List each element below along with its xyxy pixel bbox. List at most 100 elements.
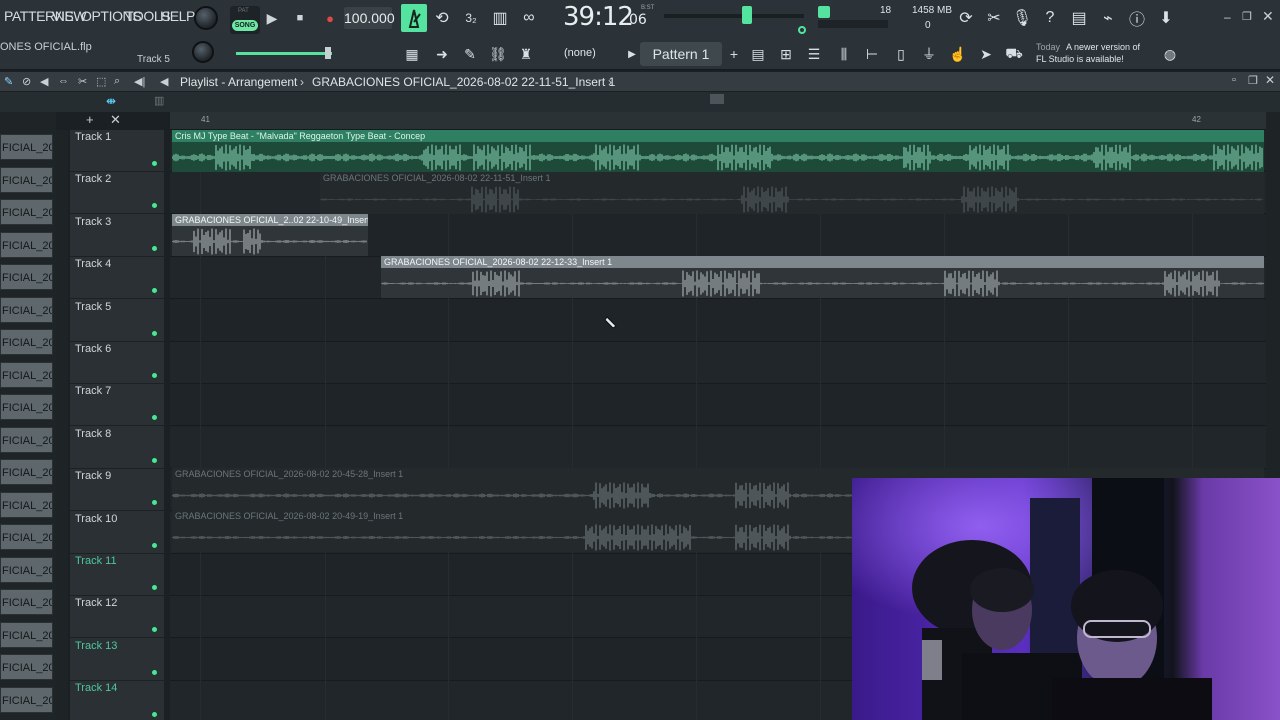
loop-record-icon[interactable]: ∞ <box>517 6 541 30</box>
add-pattern-icon[interactable]: + <box>722 43 746 65</box>
track-enable-led[interactable] <box>151 287 158 295</box>
cut-icon[interactable]: ✂ <box>982 6 1006 30</box>
track-header[interactable]: Track 9 <box>70 469 164 512</box>
track-name[interactable]: Track 9 <box>75 470 111 482</box>
cart-icon[interactable]: ⛟ <box>1002 43 1026 65</box>
slip-icon[interactable]: ⇔ <box>58 75 69 87</box>
track-enable-led[interactable] <box>151 584 158 591</box>
track-name[interactable]: Track 1 <box>75 131 111 143</box>
plugin-picker-icon[interactable]: ⏚ <box>917 43 941 65</box>
channel-button[interactable]: FICIAL_20... <box>0 231 53 258</box>
metronome-button[interactable] <box>401 4 427 32</box>
track-lane[interactable] <box>170 342 1266 384</box>
clip-track2[interactable]: GRABACIONES OFICIAL_2026-08-02 22-11-51_… <box>320 172 1264 214</box>
track-name[interactable]: Track 6 <box>75 343 111 355</box>
close-icon[interactable]: ✕ <box>1262 8 1274 25</box>
link-icon[interactable]: ⛓ <box>486 43 510 65</box>
track-enable-led[interactable] <box>151 711 158 719</box>
zoom-icon[interactable]: ⌕ <box>114 75 120 88</box>
channel-scrollbar[interactable] <box>56 130 68 720</box>
track-name[interactable]: Track 14 <box>75 682 117 694</box>
menu-help[interactable]: HELP <box>160 8 195 24</box>
step-edit-icon[interactable]: ▥ <box>488 6 512 30</box>
playlist-arrow-icon[interactable]: ◀ <box>160 75 168 88</box>
track-lane[interactable] <box>170 426 1266 469</box>
countdown-icon[interactable]: 3₂ <box>459 6 483 30</box>
track-name[interactable]: Track 2 <box>75 173 111 185</box>
channel-button[interactable]: FICIAL_20... <box>0 329 53 355</box>
track-enable-led[interactable] <box>151 372 158 379</box>
tempo-display[interactable]: 100.000 <box>344 7 395 29</box>
track-name[interactable]: Track 8 <box>75 428 111 440</box>
arrow-right-icon[interactable]: ➜ <box>430 43 454 65</box>
track-header[interactable]: Track 14 <box>70 681 164 720</box>
info-icon[interactable]: ⓘ <box>1125 6 1149 30</box>
track-header[interactable]: Track 11 <box>70 554 164 596</box>
clip-track3[interactable]: GRABACIONES OFICIAL_2..02 22-10-49_Inser… <box>172 214 368 256</box>
track-enable-led[interactable] <box>151 456 158 464</box>
track-header[interactable]: Track 5 <box>70 300 164 342</box>
plugin-icon[interactable]: ⌁ <box>1096 6 1120 30</box>
track-name[interactable]: Track 3 <box>75 216 111 228</box>
globe-icon[interactable]: ◍ <box>1158 43 1182 65</box>
track-lane[interactable] <box>170 384 1266 427</box>
track-enable-led[interactable] <box>151 202 158 210</box>
track-enable-led[interactable] <box>151 499 158 507</box>
channel-button[interactable]: FICIAL_20... <box>0 166 53 193</box>
wait-for-input-icon[interactable]: ⟲ <box>430 6 454 30</box>
track-name[interactable]: Track 11 <box>75 555 117 567</box>
channel-button[interactable]: FICIAL_20... <box>0 361 53 388</box>
master-pitch-handle[interactable] <box>742 6 752 24</box>
touch-icon[interactable]: ☝ <box>946 43 970 65</box>
track-name[interactable]: Track 5 <box>75 301 111 313</box>
clip-track4[interactable]: GRABACIONES OFICIAL_2026-08-02 22-12-33_… <box>381 256 1264 298</box>
slice-icon[interactable]: ✂ <box>78 75 87 88</box>
track-pitch-handle[interactable] <box>325 47 331 59</box>
track-name[interactable]: Track 7 <box>75 385 111 397</box>
channel-button[interactable]: FICIAL_20... <box>0 589 53 615</box>
track-name[interactable]: Track 10 <box>75 513 117 525</box>
timeline-ruler[interactable]: 41 42 <box>170 112 1266 130</box>
track-enable-led[interactable] <box>151 541 158 549</box>
track-name[interactable]: Track 12 <box>75 597 117 609</box>
track-header[interactable]: Track 12 <box>70 596 164 639</box>
news-line2[interactable]: FL Studio is available! <box>1036 54 1124 64</box>
channel-button[interactable]: FICIAL_20... <box>0 296 53 323</box>
grid-icon[interactable]: ▥ <box>154 94 164 107</box>
overview-handle[interactable] <box>710 94 724 104</box>
track-pitch-slider[interactable] <box>236 52 332 55</box>
script-icon[interactable]: ➤ <box>974 43 998 65</box>
channel-button[interactable]: FICIAL_20... <box>0 134 53 160</box>
microphone-icon[interactable]: 🎙 <box>1010 6 1034 30</box>
remove-track-icon[interactable]: ✕ <box>110 112 121 128</box>
record-button[interactable]: ● <box>318 6 342 30</box>
playlist-icon[interactable]: ▤ <box>746 43 770 65</box>
news-line1[interactable]: A newer version of <box>1066 42 1140 52</box>
channel-button[interactable]: FICIAL_20... <box>0 654 53 680</box>
track-name[interactable]: Track 4 <box>75 258 111 270</box>
channel-button[interactable]: FICIAL_20... <box>0 686 53 713</box>
help-icon[interactable]: ? <box>1038 6 1062 30</box>
track-header[interactable]: Track 8 <box>70 427 164 469</box>
master-volume-knob[interactable] <box>194 6 218 30</box>
channel-rack-icon[interactable]: ⊞ <box>774 43 798 65</box>
mixer-icon[interactable]: ⫼ <box>832 43 856 65</box>
channel-button[interactable]: FICIAL_20... <box>0 459 53 485</box>
track-enable-led[interactable] <box>151 414 158 422</box>
pattern-selector[interactable]: Pattern 1 <box>640 42 722 66</box>
track-enable-led[interactable] <box>151 626 158 634</box>
piano-roll-icon[interactable]: ▦ <box>400 43 424 65</box>
playback-icon[interactable]: ◀| <box>134 75 145 88</box>
playlist-crumb[interactable]: GRABACIONES OFICIAL_2026-08-02 22-11-51_… <box>312 75 615 89</box>
zoom-horizontal-icon[interactable]: ⇼ <box>106 94 116 108</box>
track-enable-led[interactable] <box>151 668 158 676</box>
browser-icon[interactable]: ⊢ <box>860 43 884 65</box>
stop-button[interactable]: ■ <box>288 6 312 30</box>
channel-button[interactable]: FICIAL_20... <box>0 394 53 420</box>
undo-icon[interactable]: ⟳ <box>954 6 978 30</box>
snap-selector[interactable]: (none) <box>564 47 596 59</box>
channel-button[interactable]: FICIAL_20... <box>0 556 53 583</box>
playlist-close-icon[interactable]: ✕ <box>1265 73 1275 87</box>
channel-button[interactable]: FICIAL_20... <box>0 621 53 648</box>
paint-icon[interactable]: ⊘ <box>22 75 31 88</box>
